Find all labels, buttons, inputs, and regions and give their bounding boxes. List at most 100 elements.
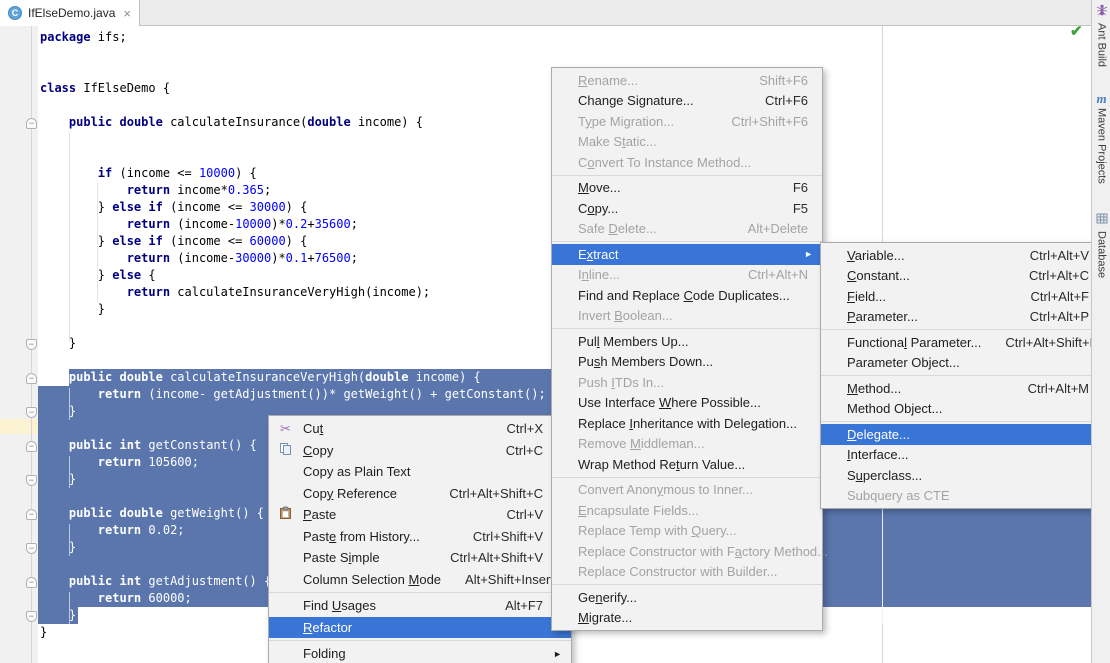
menu-item-shortcut: F6	[792, 180, 808, 196]
tool-window-stripe: Ant Build m Maven Projects Database	[1091, 0, 1110, 663]
extract-submenu: Variable... Ctrl+Alt+V Constant... Ctrl+Alt…	[820, 242, 1102, 509]
menu-item-interface[interactable]: Interface...	[821, 445, 1101, 466]
fold-collapse-icon[interactable]: −	[26, 441, 37, 452]
menu-item-label: Variable...	[847, 247, 905, 263]
tab-close-icon[interactable]: ×	[123, 7, 131, 20]
menu-item-method-object[interactable]: Method Object...	[821, 399, 1101, 420]
menu-item-method[interactable]: Method... Ctrl+Alt+M	[821, 378, 1101, 399]
fold-collapse-icon[interactable]: −	[26, 118, 37, 129]
menu-item-label: Parameter Object...	[847, 355, 960, 371]
menu-item-copy-as-plain-text[interactable]: Copy as Plain Text	[269, 461, 571, 483]
menu-item-shortcut: Ctrl+Alt+Shift+P	[1005, 334, 1099, 350]
menu-item-copy[interactable]: Copy... F5	[552, 198, 822, 219]
menu-item-pull-members-up[interactable]: Pull Members Up...	[552, 331, 822, 352]
menu-item-move[interactable]: Move... F6	[552, 178, 822, 199]
menu-item-label: Encapsulate Fields...	[578, 502, 699, 518]
menu-item-extract[interactable]: Extract ►	[552, 244, 822, 265]
menu-item-functional-parameter[interactable]: Functional Parameter... Ctrl+Alt+Shift+P	[821, 332, 1101, 353]
menu-item-subquery-as-cte: Subquery as CTE	[821, 486, 1101, 507]
menu-item-label: Pull Members Up...	[578, 333, 689, 349]
editor-gutter[interactable]: − − − − − − − − − −	[0, 26, 38, 663]
menu-separator	[552, 328, 822, 329]
refactor-submenu: Rename... Shift+F6 Change Signature... Ctrl…	[551, 67, 828, 631]
menu-item-label: Use Interface Where Possible...	[578, 395, 761, 411]
menu-item-column-selection-mode[interactable]: Column Selection Mode Alt+Shift+Insert	[269, 569, 571, 591]
menu-item-find-and-replace-code-duplicates[interactable]: Find and Replace Code Duplicates...	[552, 285, 822, 306]
menu-item-generify[interactable]: Generify...	[552, 587, 822, 608]
submenu-arrow-icon: ►	[553, 648, 562, 659]
menu-item-cut[interactable]: ✂ Cut Ctrl+X	[269, 418, 571, 440]
menu-item-paste[interactable]: Paste Ctrl+V	[269, 504, 571, 526]
menu-item-shortcut: Ctrl+Shift+F6	[731, 113, 808, 129]
menu-item-push-members-down[interactable]: Push Members Down...	[552, 352, 822, 373]
menu-item-rename: Rename... Shift+F6	[552, 70, 822, 91]
stripe-button-database[interactable]: Database	[1092, 212, 1110, 278]
code-line: return (income- getAdjustment())* getWei…	[97, 387, 546, 401]
code-line: } else if (income <= 30000) {	[40, 200, 308, 214]
menu-item-folding[interactable]: Folding ►	[269, 643, 571, 663]
menu-item-parameter-object[interactable]: Parameter Object...	[821, 353, 1101, 374]
right-margin-guide	[882, 624, 883, 663]
menu-item-shortcut: Ctrl+Alt+N	[748, 267, 808, 283]
menu-item-label: Column Selection Mode	[303, 571, 442, 587]
copy-icon	[277, 442, 294, 459]
menu-separator	[552, 476, 822, 478]
fold-collapse-icon[interactable]: −	[26, 509, 37, 520]
menu-item-label: Refactor	[303, 619, 353, 635]
menu-separator	[552, 241, 822, 242]
menu-item-copy-reference[interactable]: Copy Reference Ctrl+Alt+Shift+C	[269, 483, 571, 505]
menu-item-copy[interactable]: Copy Ctrl+C	[269, 440, 571, 462]
menu-item-use-interface-where-possible[interactable]: Use Interface Where Possible...	[552, 393, 822, 414]
menu-item-label: Folding	[303, 646, 346, 662]
menu-item-refactor[interactable]: Refactor►	[269, 616, 571, 638]
menu-item-label: Functional Parameter...	[847, 334, 982, 350]
menu-item-superclass[interactable]: Superclass...	[821, 465, 1101, 486]
menu-item-wrap-method-return-value[interactable]: Wrap Method Return Value...	[552, 454, 822, 475]
menu-item-label: Change Signature...	[578, 93, 694, 109]
editor-tab-ifelsedemo[interactable]: C IfElseDemo.java ×	[0, 0, 140, 26]
menu-separator	[821, 421, 1101, 422]
menu-item-label: Push Members Down...	[578, 354, 714, 370]
menu-item-label: Paste	[303, 507, 337, 523]
menu-item-replace-inheritance-with-delegation[interactable]: Replace Inheritance with Delegation...	[552, 413, 822, 434]
menu-item-label: Method...	[847, 380, 902, 396]
menu-item-shortcut: Ctrl+C	[505, 442, 543, 458]
menu-item-migrate[interactable]: Migrate...	[552, 608, 822, 629]
fold-collapse-icon[interactable]: −	[26, 373, 37, 384]
menu-item-label: Remove Middleman...	[578, 436, 705, 452]
fold-end-icon[interactable]: −	[26, 339, 37, 350]
menu-item-label: Delegate...	[847, 426, 910, 442]
stripe-button-maven-projects[interactable]: m Maven Projects	[1092, 92, 1110, 184]
java-class-icon: C	[8, 6, 22, 20]
fold-end-icon[interactable]: −	[26, 611, 37, 622]
menu-item-change-signature[interactable]: Change Signature... Ctrl+F6	[552, 91, 822, 112]
menu-item-find-usages[interactable]: Find Usages Alt+F7	[269, 595, 571, 617]
menu-item-label: Replace Temp with Query...	[578, 523, 737, 539]
stripe-button-ant-build[interactable]: Ant Build	[1092, 4, 1110, 67]
menu-item-parameter[interactable]: Parameter... Ctrl+Alt+P	[821, 307, 1101, 328]
menu-item-field[interactable]: Field... Ctrl+Alt+F	[821, 286, 1101, 307]
menu-item-shortcut: Ctrl+Alt+C	[1029, 268, 1089, 284]
database-icon	[1096, 212, 1108, 228]
code-line: if (income <= 10000) {	[97, 166, 257, 180]
menu-item-paste-from-history[interactable]: Paste from History... Ctrl+Shift+V	[269, 526, 571, 548]
code-line: public double calculateInsuranceVeryHigh…	[68, 370, 481, 384]
menu-separator	[269, 640, 571, 641]
menu-item-label: Push ITDs In...	[578, 374, 664, 390]
fold-end-icon[interactable]: −	[26, 543, 37, 554]
fold-collapse-icon[interactable]: −	[26, 577, 37, 588]
menu-separator	[821, 375, 1101, 376]
fold-end-icon[interactable]: −	[26, 407, 37, 418]
menu-item-label: Copy as Plain Text	[303, 464, 411, 480]
menu-item-delegate[interactable]: Delegate...	[821, 424, 1101, 445]
menu-item-label: Superclass...	[847, 467, 923, 483]
cut-icon: ✂	[280, 420, 291, 436]
menu-item-variable[interactable]: Variable... Ctrl+Alt+V	[821, 245, 1101, 266]
menu-item-label: Replace Constructor with Factory Method.…	[578, 543, 828, 559]
menu-item-remove-middleman: Remove Middleman...	[552, 434, 822, 455]
menu-item-paste-simple[interactable]: Paste Simple Ctrl+Alt+Shift+V	[269, 547, 571, 569]
menu-item-label: Migrate...	[578, 610, 633, 626]
menu-item-constant[interactable]: Constant... Ctrl+Alt+C	[821, 266, 1101, 287]
menu-item-label: Cut	[303, 421, 324, 437]
fold-end-icon[interactable]: −	[26, 475, 37, 486]
